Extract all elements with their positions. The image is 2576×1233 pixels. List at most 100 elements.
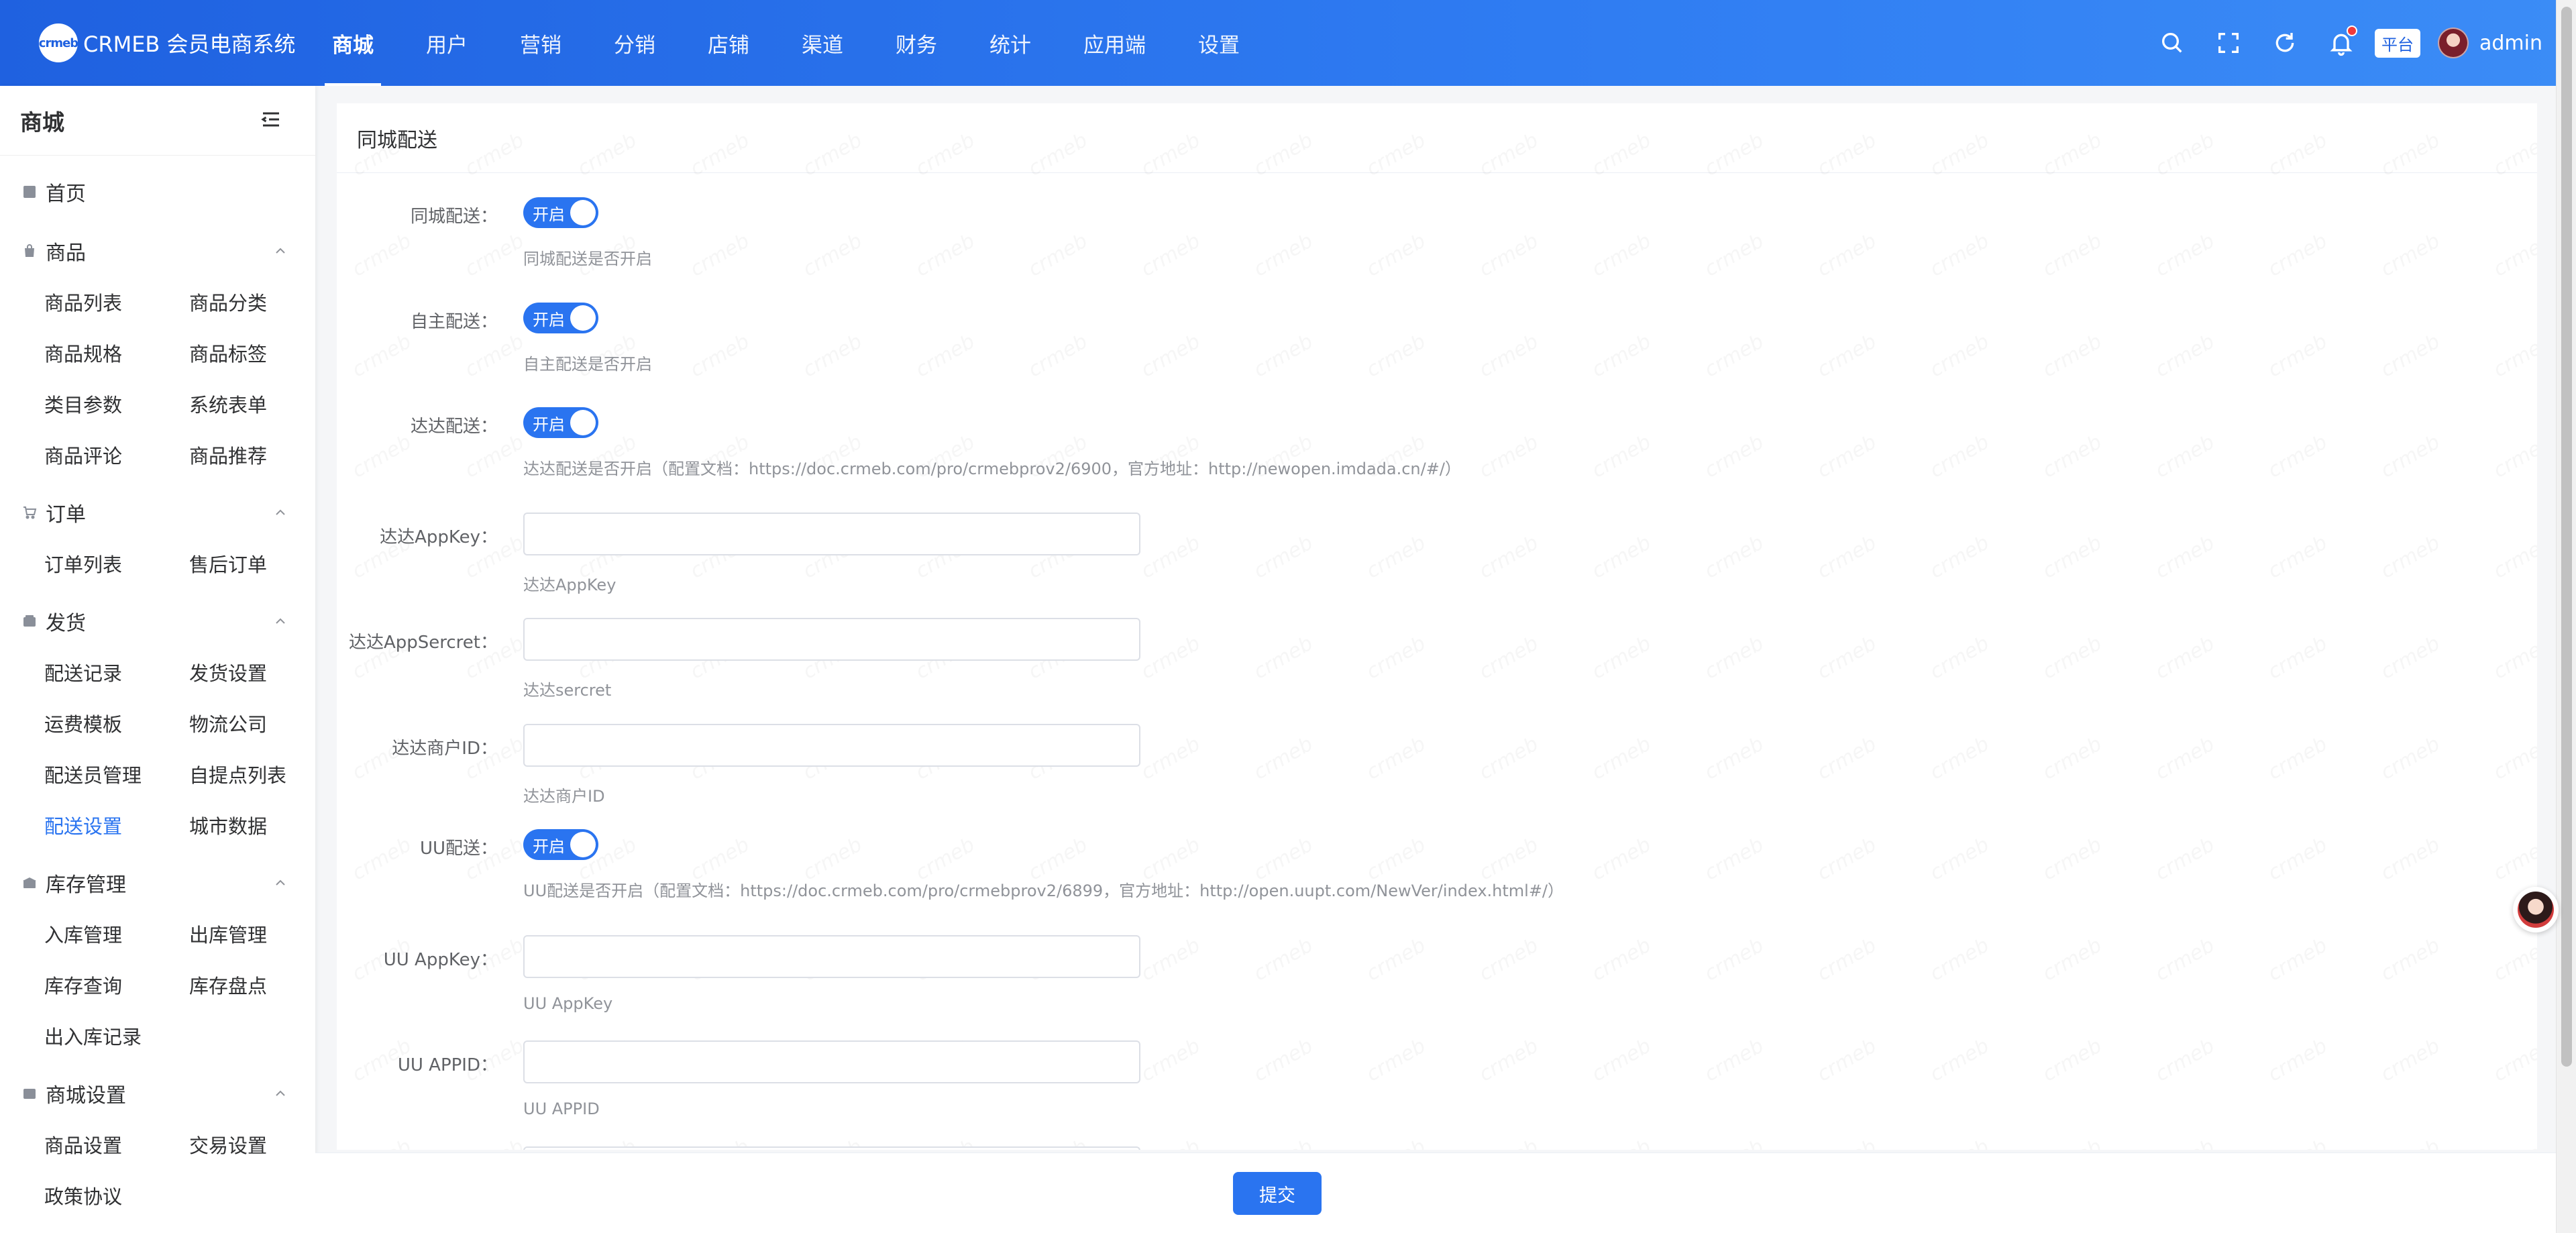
field-label: UU APPID： [397, 1055, 498, 1075]
page-scrollbar[interactable] [2556, 0, 2576, 1233]
sidebar-group-label: 订单 [46, 503, 86, 527]
sidebar-item-home[interactable]: 首页 [21, 165, 288, 219]
nav-item-users[interactable]: 用户 [409, 0, 484, 86]
sidebar-item-stock-records[interactable]: 出入库记录 [44, 1010, 189, 1061]
brand-logo[interactable]: crmeb CRMEB 会员电商系统 [39, 23, 296, 62]
sidebar-item-product-tags[interactable]: 商品标签 [189, 327, 315, 378]
switch-knob [570, 832, 596, 857]
sidebar-item-delivery-records[interactable]: 配送记录 [44, 647, 189, 698]
sidebar-group-orders[interactable]: 订单 [21, 487, 288, 538]
field-tip: 自主配送是否开启 [523, 355, 652, 374]
uu-delivery-switch[interactable]: 开启 [523, 829, 598, 860]
assistant-avatar-icon [2518, 892, 2554, 928]
field-tip: 达达sercret [523, 681, 612, 700]
nav-item-distribution[interactable]: 分销 [597, 0, 672, 86]
sidebar-group-products[interactable]: 商品 [21, 225, 288, 276]
page-scrollbar-thumb[interactable] [2561, 7, 2572, 1067]
field-tip: UU AppKey [523, 994, 613, 1013]
submit-button[interactable]: 提交 [1233, 1172, 1322, 1215]
sidebar-item-system-forms[interactable]: 系统表单 [189, 378, 315, 429]
card-title: 同城配送 [337, 103, 2537, 173]
field-label: UU AppKey： [383, 950, 498, 970]
sidebar-item-order-list[interactable]: 订单列表 [44, 538, 189, 589]
sidebar-item-stock-in[interactable]: 入库管理 [44, 908, 189, 959]
dashboard-icon [21, 184, 38, 200]
field-label: UU配送： [419, 839, 498, 859]
field-tip: 达达商户ID [523, 787, 605, 806]
nav-item-finance[interactable]: 财务 [879, 0, 954, 86]
uu-appid-input[interactable] [523, 1040, 1140, 1083]
search-icon[interactable] [2159, 30, 2186, 56]
platform-badge: 平台 [2375, 28, 2420, 58]
sidebar-item-stock-out[interactable]: 出库管理 [189, 908, 315, 959]
bell-icon[interactable] [2328, 25, 2357, 56]
field-tip: UU配送是否开启（配置文档：https://doc.crmeb.com/pro/… [523, 881, 1564, 900]
uu-appkey-input[interactable] [523, 935, 1140, 978]
nav-item-apps[interactable]: 应用端 [1067, 0, 1163, 86]
chevron-up-icon [272, 243, 288, 259]
sidebar-item-city-data[interactable]: 城市数据 [189, 800, 315, 851]
sidebar-item-product-list[interactable]: 商品列表 [44, 276, 189, 327]
switch-text: 开启 [533, 205, 565, 224]
sidebar: 商城 首页 商品 商品列表 商品分类 商品规格 商品标签 类目参数 系统表单 商… [0, 86, 315, 1233]
dada-secret-input[interactable] [523, 618, 1140, 661]
menu-collapse-icon[interactable] [259, 107, 283, 134]
sidebar-group-label: 商城设置 [46, 1084, 126, 1108]
sidebar-item-product-spec[interactable]: 商品规格 [44, 327, 189, 378]
customer-service-avatar[interactable] [2513, 887, 2559, 932]
fullscreen-icon[interactable] [2215, 30, 2242, 56]
sidebar-item-delivery-settings[interactable]: 配送设置 [44, 800, 189, 851]
dada-appkey-input[interactable] [523, 513, 1140, 555]
sidebar-item-product-recommend[interactable]: 商品推荐 [189, 429, 315, 480]
dada-merchant-input[interactable] [523, 724, 1140, 767]
sidebar-group-label: 发货 [46, 612, 86, 635]
notification-dot [2347, 25, 2357, 36]
sidebar-group-mall-settings[interactable]: 商城设置 [21, 1068, 288, 1119]
bag-icon [21, 243, 38, 259]
sidebar-item-category-params[interactable]: 类目参数 [44, 378, 189, 429]
top-header: crmeb CRMEB 会员电商系统 商城 用户 营销 分销 店铺 渠道 财务 … [0, 0, 2576, 86]
sidebar-item-pickup-points[interactable]: 自提点列表 [189, 749, 315, 800]
nav-item-store[interactable]: 店铺 [691, 0, 766, 86]
field-tip: UU APPID [523, 1100, 600, 1118]
chevron-up-icon [272, 613, 288, 629]
sidebar-item-shipping-settings[interactable]: 发货设置 [189, 647, 315, 698]
chevron-up-icon [272, 504, 288, 521]
form-footer: 提交 [315, 1152, 2556, 1233]
sidebar-title: 商城 [20, 109, 64, 136]
chevron-up-icon [272, 1085, 288, 1102]
sidebar-item-freight-templates[interactable]: 运费模板 [44, 698, 189, 749]
sidebar-item-label: 首页 [46, 182, 86, 206]
switch-knob [570, 305, 596, 331]
username[interactable]: admin [2479, 32, 2542, 55]
nav-item-channel[interactable]: 渠道 [785, 0, 860, 86]
sidebar-item-courier-management[interactable]: 配送员管理 [44, 749, 189, 800]
header-actions: 平台 admin [2129, 20, 2542, 66]
self-delivery-switch[interactable]: 开启 [523, 303, 598, 333]
sidebar-group-shipping[interactable]: 发货 [21, 596, 288, 647]
nav-item-mall[interactable]: 商城 [315, 0, 390, 86]
next-input[interactable] [523, 1146, 1140, 1150]
field-label: 自主配送： [410, 312, 498, 332]
field-tip: 达达配送是否开启（配置文档：https://doc.crmeb.com/pro/… [523, 460, 1461, 478]
refresh-icon[interactable] [2271, 30, 2298, 56]
nav-item-marketing[interactable]: 营销 [503, 0, 578, 86]
city-delivery-switch[interactable]: 开启 [523, 197, 598, 228]
field-label: 达达AppSercret： [348, 633, 498, 653]
sidebar-item-policy-agreement[interactable]: 政策协议 [44, 1170, 189, 1221]
sidebar-item-product-reviews[interactable]: 商品评论 [44, 429, 189, 480]
sidebar-item-product-settings[interactable]: 商品设置 [44, 1119, 189, 1170]
sidebar-group-inventory[interactable]: 库存管理 [21, 857, 288, 908]
sidebar-item-product-category[interactable]: 商品分类 [189, 276, 315, 327]
sidebar-item-trade-settings[interactable]: 交易设置 [189, 1119, 315, 1170]
sidebar-item-stock-query[interactable]: 库存查询 [44, 959, 189, 1010]
field-tip: 同城配送是否开启 [523, 250, 652, 268]
sidebar-item-stock-count[interactable]: 库存盘点 [189, 959, 315, 1010]
sidebar-item-logistics-companies[interactable]: 物流公司 [189, 698, 315, 749]
sidebar-item-aftersale-orders[interactable]: 售后订单 [189, 538, 315, 589]
switch-text: 开启 [533, 415, 565, 434]
nav-item-settings[interactable]: 设置 [1181, 0, 1256, 86]
dada-delivery-switch[interactable]: 开启 [523, 407, 598, 438]
avatar[interactable] [2438, 28, 2469, 58]
nav-item-statistics[interactable]: 统计 [973, 0, 1048, 86]
